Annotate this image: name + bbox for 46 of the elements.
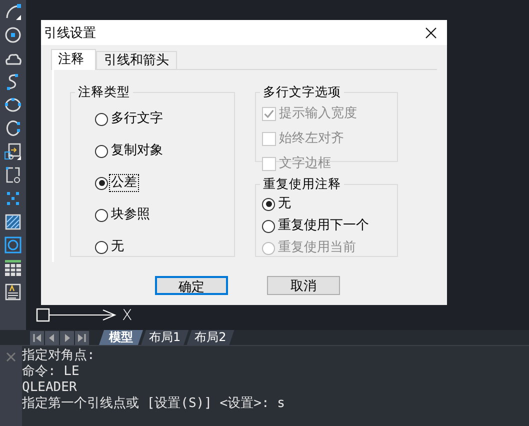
radio-button[interactable]	[95, 208, 108, 222]
radio-label[interactable]: 块参照	[110, 207, 151, 223]
next-page-icon[interactable]	[60, 330, 74, 344]
hatch-icon[interactable]	[4, 212, 22, 231]
region-icon[interactable]	[4, 236, 22, 254]
prev-page-icon[interactable]	[45, 330, 59, 344]
insert-block-icon[interactable]	[4, 142, 22, 161]
ok-button[interactable]: 确定	[155, 276, 228, 295]
group-title: 多行文字选项	[262, 84, 342, 101]
tab[interactable]: 引线和箭头	[96, 51, 177, 69]
last-page-icon[interactable]	[75, 330, 89, 344]
radio-button[interactable]	[262, 220, 275, 232]
radio-label[interactable]: 多行文字	[110, 111, 164, 127]
make-block-icon[interactable]	[4, 166, 22, 184]
radio-button[interactable]	[95, 144, 108, 158]
point-icon[interactable]	[4, 189, 22, 208]
mtext-icon[interactable]	[4, 282, 22, 301]
radio-button[interactable]	[95, 176, 108, 190]
tab[interactable]: 注释	[51, 49, 96, 70]
ellipse-arc-icon[interactable]	[4, 119, 22, 138]
radio-label[interactable]: 复制对象	[110, 143, 164, 159]
table-icon[interactable]	[4, 259, 22, 278]
first-page-icon[interactable]	[30, 330, 44, 344]
radio-label[interactable]: 无	[277, 196, 292, 212]
group-title: 注释类型	[77, 84, 131, 101]
radio-button[interactable]	[95, 240, 108, 254]
command-line-text: 命令: LE	[22, 364, 80, 380]
circle-icon[interactable]	[4, 26, 22, 44]
ellipse-icon[interactable]	[4, 96, 22, 114]
window-title: 引线设置	[44, 24, 96, 42]
axis-label: X	[122, 306, 132, 324]
command-line-text: 指定第一个引线点或 [设置(S)] <设置>: s	[22, 396, 285, 412]
command-line-text: QLEADER	[22, 380, 78, 396]
layout-tab[interactable]: 模型	[99, 330, 143, 345]
radio-label[interactable]: 公差	[110, 175, 138, 191]
cancel-button[interactable]: 取消	[267, 276, 340, 295]
layout-tab[interactable]: 布局2	[186, 330, 234, 345]
arc-icon[interactable]	[4, 3, 22, 21]
command-line-text: 指定对角点:	[22, 348, 96, 364]
radio-label[interactable]: 重复使用下一个	[277, 218, 370, 234]
radio-label[interactable]: 无	[110, 239, 125, 255]
radio-button[interactable]	[262, 198, 275, 210]
layout-tab[interactable]: 布局1	[141, 330, 189, 345]
radio-button[interactable]	[95, 112, 108, 126]
close-icon[interactable]	[425, 26, 437, 38]
group-title: 重复使用注释	[262, 176, 342, 193]
